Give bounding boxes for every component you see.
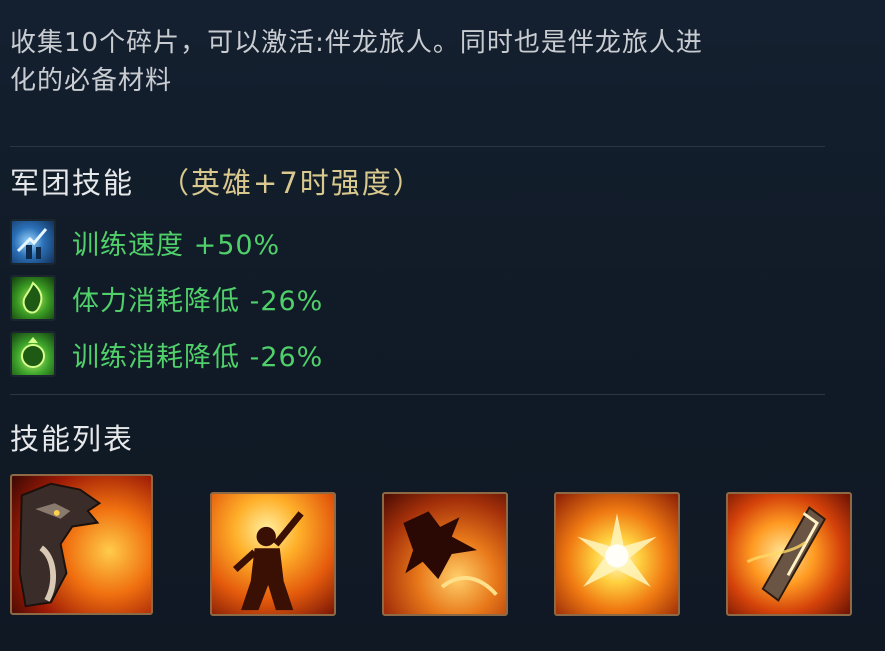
fire-blade-icon: [746, 506, 827, 602]
flame-dragon-icon: [403, 511, 498, 596]
legion-skills-note: （英雄+7时强度）: [160, 166, 424, 200]
divider: [10, 146, 825, 147]
buff-label: 训练消耗降低 -26%: [72, 341, 324, 373]
shard-description: 收集10个碎片，可以激活:伴龙旅人。同时也是伴龙旅人进 化的必备材料: [10, 24, 850, 100]
buff-row-training-speed[interactable]: 训练速度 +50%: [10, 219, 280, 265]
legion-skills-header: 军团技能 （英雄+7时强度）: [10, 160, 424, 202]
divider: [10, 394, 825, 395]
hero-detail-panel: 收集10个碎片，可以激活:伴龙旅人。同时也是伴龙旅人进 化的必备材料 军团技能 （…: [0, 0, 885, 651]
skill-slot-flame-dragon[interactable]: [382, 492, 508, 616]
skill-slot-fire-warrior[interactable]: [210, 492, 336, 616]
training-cost-icon: [10, 331, 56, 377]
legion-skills-title: 军团技能: [10, 166, 135, 200]
buff-label: 体力消耗降低 -26%: [72, 285, 324, 317]
buff-label: 训练速度 +50%: [72, 229, 281, 261]
stamina-icon: [10, 275, 56, 321]
description-line-1: 收集10个碎片，可以激活:伴龙旅人。同时也是伴龙旅人进: [10, 28, 703, 58]
buff-row-training-cost[interactable]: 训练消耗降低 -26%: [10, 331, 323, 377]
fire-explosion-icon: [577, 513, 657, 587]
fire-warrior-icon: [232, 511, 304, 611]
skill-slot-fire-blade[interactable]: [726, 492, 852, 616]
dragon-portrait-icon: [18, 482, 102, 608]
skill-slot-fire-explosion[interactable]: [554, 492, 680, 616]
training-icon: [10, 219, 56, 265]
skill-slot-dragon-portrait[interactable]: [10, 474, 153, 615]
buff-row-stamina-cost[interactable]: 体力消耗降低 -26%: [10, 275, 323, 321]
description-line-2: 化的必备材料: [10, 66, 173, 96]
skill-list-title: 技能列表: [10, 422, 135, 456]
